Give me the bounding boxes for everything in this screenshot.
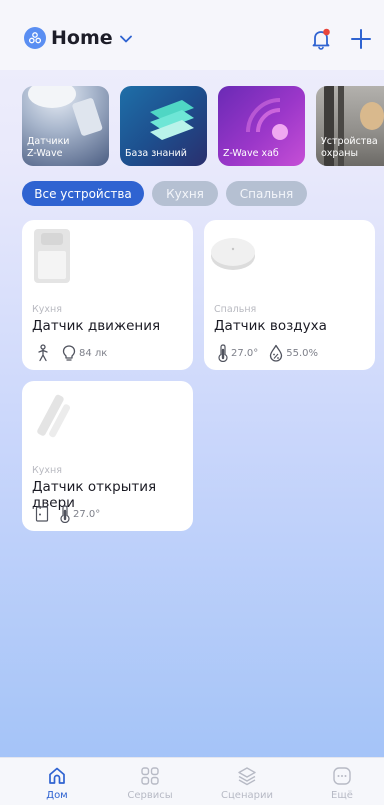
motion-sensor-image — [34, 229, 70, 283]
device-card-motion-sensor[interactable]: Кухня Датчик движения 84 лк — [22, 220, 193, 370]
more-icon — [333, 767, 351, 785]
banner-label: Устройства охраны — [321, 136, 378, 159]
tab-label: Сценарии — [221, 790, 273, 801]
door-icon — [35, 506, 49, 522]
home-title: Home — [51, 27, 113, 49]
filter-all-devices[interactable]: Все устройства — [22, 181, 144, 206]
device-room: Кухня — [32, 304, 62, 315]
banner-security-devices[interactable]: Устройства охраны — [316, 86, 384, 166]
tab-label: Сервисы — [127, 790, 173, 801]
filter-bedroom[interactable]: Спальня — [226, 181, 307, 206]
illuminance-value: 84 лк — [79, 347, 108, 359]
bottom-navigation: Дом Сервисы Сценарии Ещё — [0, 757, 384, 805]
banner-label: База знаний — [125, 148, 187, 159]
tab-home[interactable]: Дом — [17, 765, 97, 801]
home-icon — [49, 767, 65, 784]
layers-icon — [238, 767, 256, 786]
promo-banners: Датчики Z-Wave База знаний Z-Wave хаб Ус… — [22, 86, 384, 166]
tab-more[interactable]: Ещё — [302, 765, 382, 801]
device-attributes: 27.0° 55.0% — [217, 344, 318, 362]
tab-label: Дом — [46, 790, 68, 801]
thermometer-icon — [60, 505, 70, 523]
tab-scenarios[interactable]: Сценарии — [207, 765, 287, 801]
temperature-value: 27.0° — [73, 508, 101, 520]
light-bulb-icon — [62, 345, 76, 361]
device-attributes: 84 лк — [35, 344, 107, 362]
device-card-door-sensor[interactable]: Кухня Датчик открытия двери 27.0° — [22, 381, 193, 531]
add-icon[interactable] — [349, 27, 373, 51]
device-name: Датчик воздуха — [214, 318, 327, 334]
grid-icon — [141, 767, 159, 785]
banner-label: Z-Wave хаб — [223, 148, 279, 159]
top-bar: Home — [0, 0, 384, 70]
chevron-down-icon — [119, 35, 132, 43]
device-attributes: 27.0° — [35, 505, 100, 523]
thermometer-icon — [218, 344, 228, 362]
device-name: Датчик движения — [32, 318, 161, 334]
home-selector[interactable]: Home — [24, 27, 132, 49]
humidity-drop-icon — [270, 344, 283, 362]
notification-bell-icon[interactable] — [309, 27, 333, 51]
tab-services[interactable]: Сервисы — [110, 765, 190, 801]
room-filter: Все устройства Кухня Спальня — [22, 181, 315, 206]
motion-person-icon — [38, 344, 48, 362]
banner-label: Датчики Z-Wave — [27, 136, 70, 159]
tab-label: Ещё — [331, 790, 353, 801]
filter-kitchen[interactable]: Кухня — [152, 181, 218, 206]
device-room: Кухня — [32, 465, 62, 476]
device-card-air-sensor[interactable]: Спальня Датчик воздуха 27.0° 55.0% — [204, 220, 375, 370]
humidity-value: 55.0% — [286, 347, 319, 359]
device-room: Спальня — [214, 304, 257, 315]
door-sensor-image — [37, 394, 71, 438]
home-logo-icon — [24, 27, 46, 49]
banner-zwave-hub[interactable]: Z-Wave хаб — [218, 86, 305, 166]
air-sensor-image — [211, 238, 255, 270]
banner-knowledge-base[interactable]: База знаний — [120, 86, 207, 166]
temperature-value: 27.0° — [231, 347, 259, 359]
banner-zwave-sensors[interactable]: Датчики Z-Wave — [22, 86, 109, 166]
